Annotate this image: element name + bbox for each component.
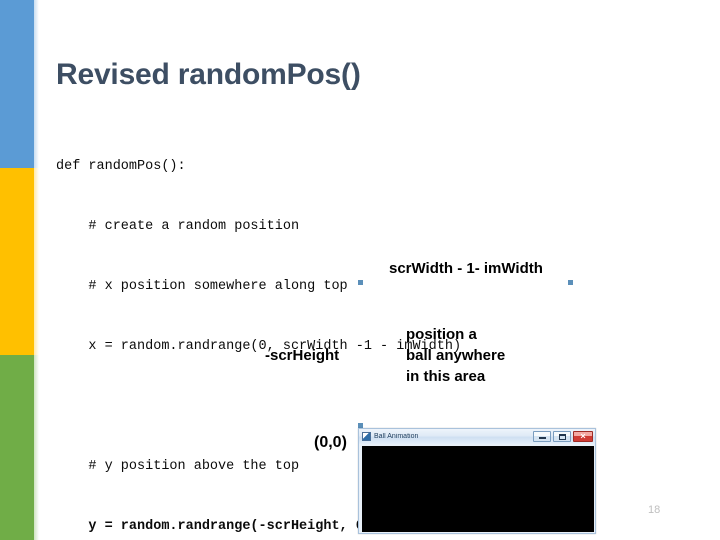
ball-animation-window: Ball Animation ✕ [358,428,596,534]
animation-canvas [362,446,594,532]
window-maximize-button[interactable] [553,431,571,442]
sidebar-band-green [0,355,34,540]
page-title: Revised randomPos() [56,58,361,91]
minimize-icon [539,437,546,439]
sidebar-band-yellow-fade [34,168,39,355]
code-line: # create a random position [56,219,300,234]
annotation-origin: (0,0) [314,434,347,451]
dashed-border-right [568,280,573,428]
code-line: def randomPos(): [56,159,186,174]
sidebar-band-yellow [0,168,34,355]
window-minimize-button[interactable] [533,431,551,442]
slide-canvas: Revised randomPos() def randomPos(): # c… [0,0,720,540]
window-app-icon [362,432,371,441]
slide-number: 18 [648,504,661,516]
annotation-screen-width: scrWidth - 1- imWidth [389,260,543,277]
window-title: Ball Animation [374,433,419,440]
sidebar-band-blue-fade [34,0,39,168]
dashed-border-left [358,280,363,428]
sidebar-band-blue [0,0,34,168]
annotation-screen-height: -scrHeight [265,347,340,364]
sidebar-band-green-fade [34,355,39,540]
dashed-border-top [358,280,573,285]
maximize-icon [559,434,566,440]
close-icon: ✕ [580,433,586,440]
window-close-button[interactable]: ✕ [573,431,593,442]
ball-spawn-area-box [358,280,573,428]
window-titlebar: Ball Animation ✕ [359,429,595,444]
